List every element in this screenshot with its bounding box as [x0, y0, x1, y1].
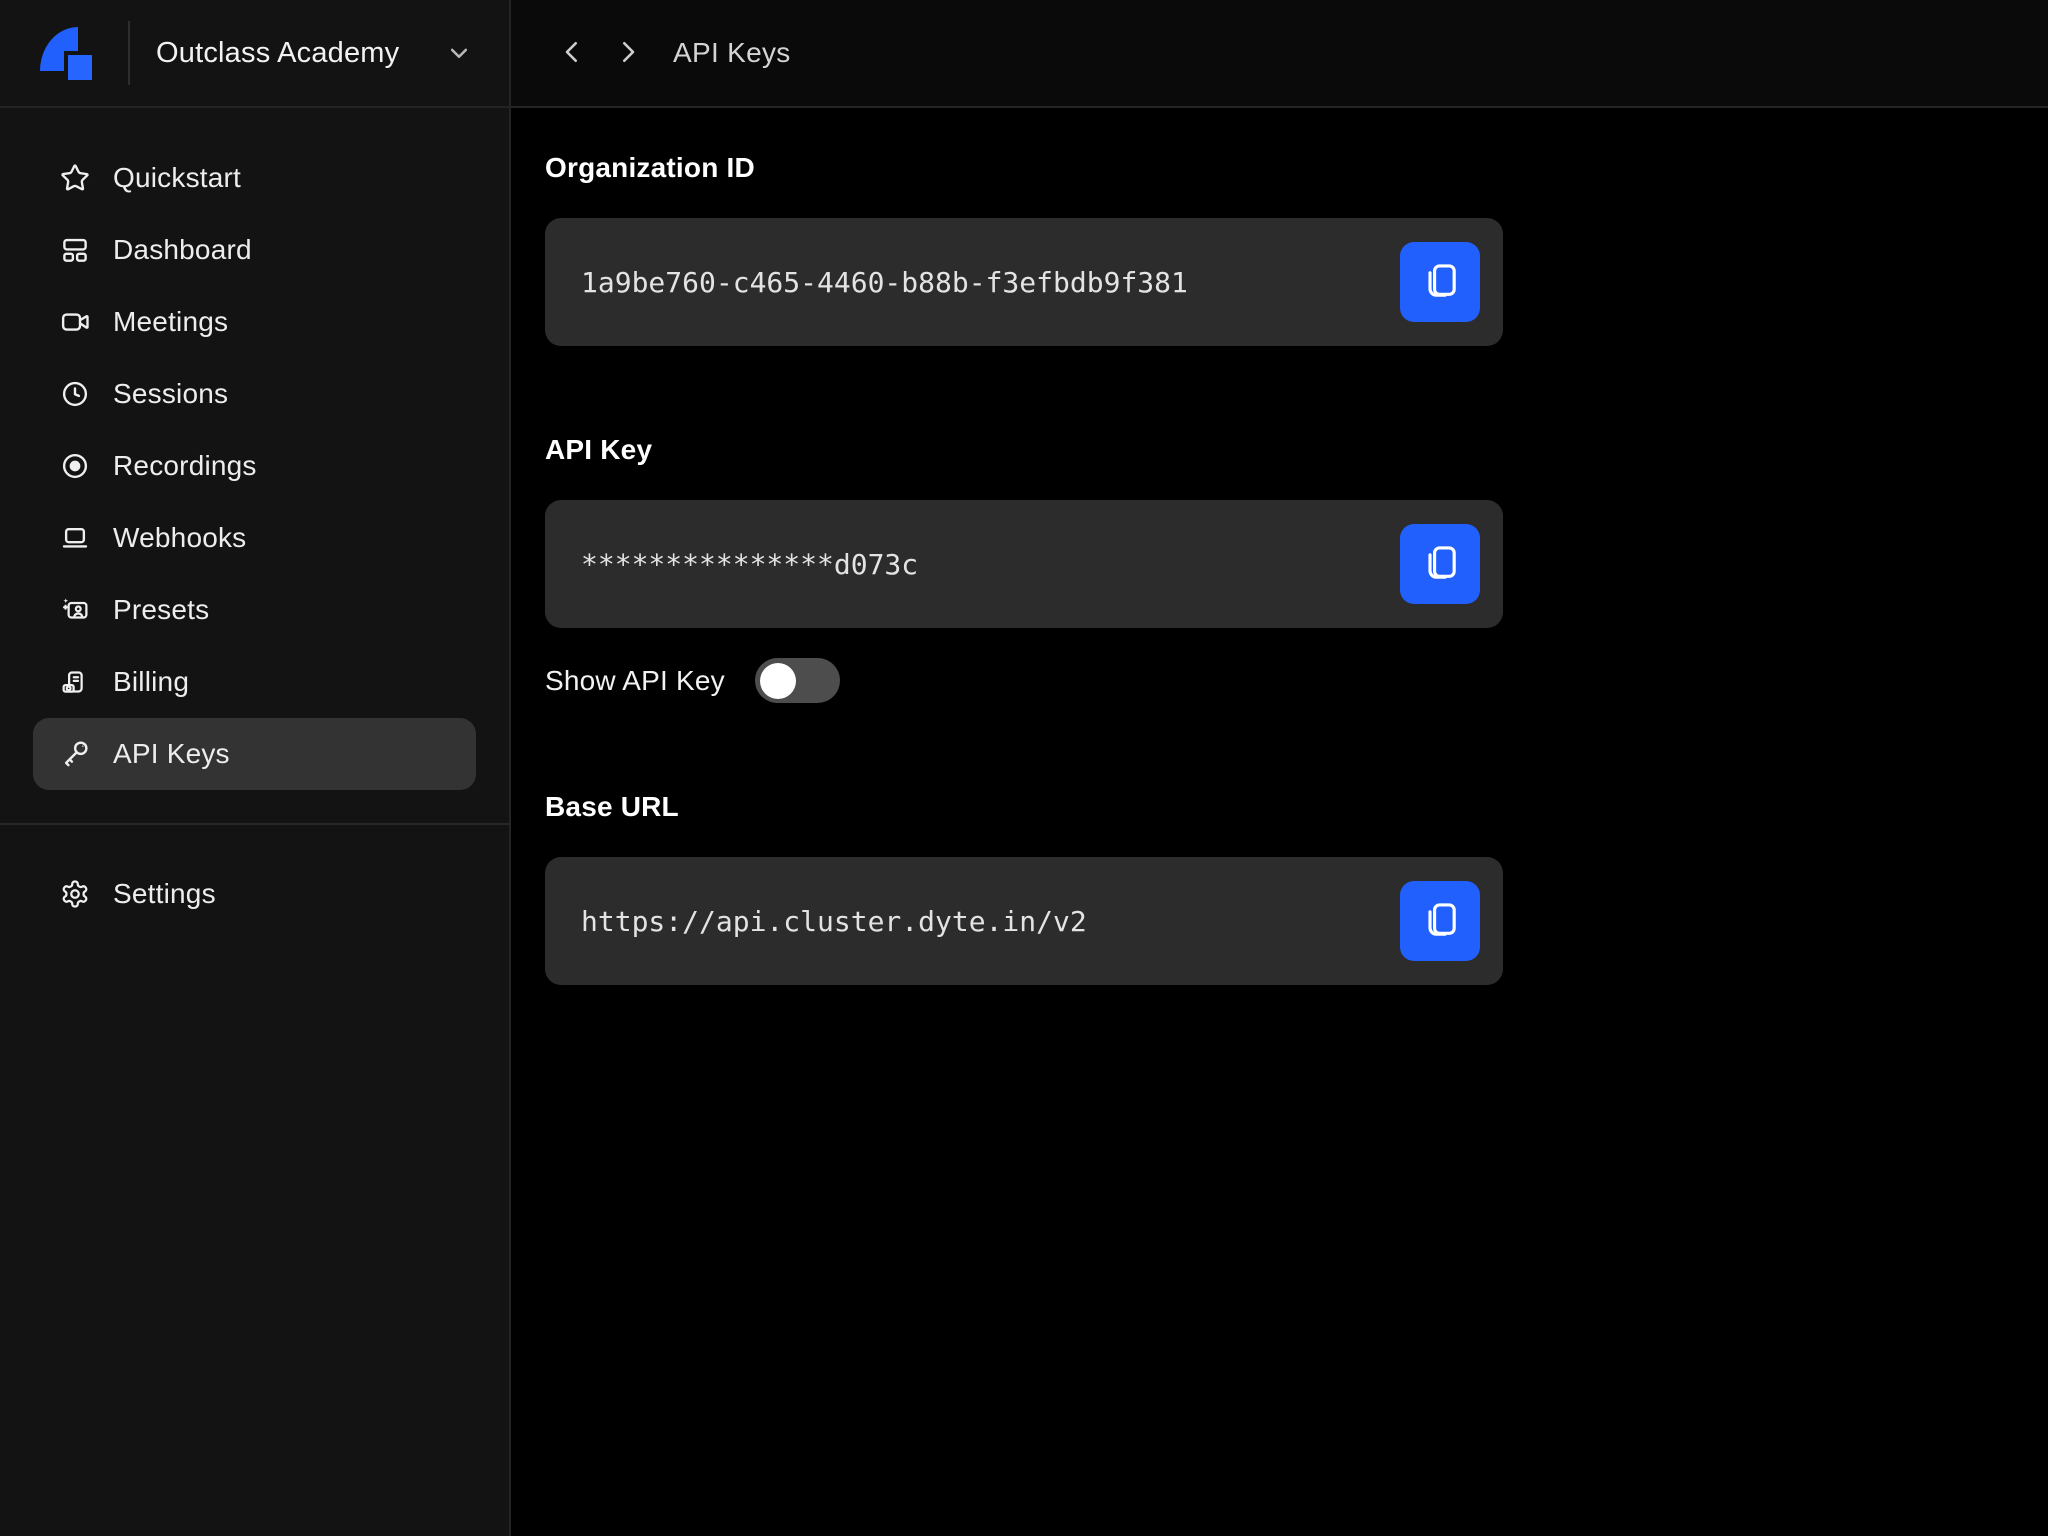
show-api-key-toggle[interactable]	[755, 658, 840, 703]
sidebar-footer-nav: Settings	[0, 825, 509, 930]
base-url-label: Base URL	[545, 791, 2048, 823]
key-icon	[60, 739, 90, 769]
sidebar-nav: Quickstart Dashboard Meetings	[0, 108, 509, 790]
chevron-right-icon	[613, 37, 643, 70]
base-url-section: Base URL https://api.cluster.dyte.in/v2	[545, 791, 2048, 985]
base-url-field: https://api.cluster.dyte.in/v2	[545, 857, 1503, 985]
show-api-key-row: Show API Key	[545, 658, 2048, 703]
sidebar-item-label: Presets	[113, 594, 209, 626]
clock-icon	[60, 379, 90, 409]
sidebar-item-label: Webhooks	[113, 522, 246, 554]
copy-organization-id-button[interactable]	[1400, 242, 1480, 322]
sidebar-item-recordings[interactable]: Recordings	[33, 430, 476, 502]
dyte-logo	[40, 27, 92, 80]
sidebar-item-api-keys[interactable]: API Keys	[33, 718, 476, 790]
sidebar-item-label: Sessions	[113, 378, 228, 410]
copy-icon	[1419, 260, 1461, 305]
sidebar-item-presets[interactable]: Presets	[33, 574, 476, 646]
copy-icon	[1419, 542, 1461, 587]
base-url-value: https://api.cluster.dyte.in/v2	[545, 905, 1400, 938]
sidebar-item-quickstart[interactable]: Quickstart	[33, 142, 476, 214]
chevron-down-icon	[444, 38, 474, 68]
laptop-icon	[60, 523, 90, 553]
api-key-field: ***************d073c	[545, 500, 1503, 628]
dashboard-icon	[60, 235, 90, 265]
main-content: Organization ID 1a9be760-c465-4460-b88b-…	[511, 108, 2048, 1536]
api-key-value: ***************d073c	[545, 548, 1400, 581]
sidebar-item-dashboard[interactable]: Dashboard	[33, 214, 476, 286]
star-icon	[60, 163, 90, 193]
chevron-left-icon	[557, 37, 587, 70]
app-window: Outclass Academy API Keys	[0, 0, 2048, 1536]
organization-name: Outclass Academy	[156, 37, 399, 70]
sidebar-item-sessions[interactable]: Sessions	[33, 358, 476, 430]
sidebar-item-label: Meetings	[113, 306, 228, 338]
logo-square-shape	[68, 55, 92, 80]
page-title: API Keys	[673, 37, 791, 69]
sidebar-item-label: API Keys	[113, 738, 230, 770]
organization-id-value: 1a9be760-c465-4460-b88b-f3efbdb9f381	[545, 266, 1400, 299]
sidebar-item-meetings[interactable]: Meetings	[33, 286, 476, 358]
sidebar-item-billing[interactable]: Billing	[33, 646, 476, 718]
workspace-switcher-area: Outclass Academy	[0, 0, 511, 106]
sidebar-item-label: Dashboard	[113, 234, 252, 266]
sidebar-item-label: Quickstart	[113, 162, 241, 194]
toggle-knob	[760, 663, 796, 699]
gear-icon	[60, 879, 90, 909]
api-key-label: API Key	[545, 434, 2048, 466]
show-api-key-label: Show API Key	[545, 665, 725, 697]
sidebar-item-label: Billing	[113, 666, 189, 698]
organization-id-label: Organization ID	[545, 152, 2048, 184]
sidebar-item-webhooks[interactable]: Webhooks	[33, 502, 476, 574]
logo-divider	[128, 21, 130, 85]
forward-button[interactable]	[613, 37, 643, 70]
sidebar-item-label: Recordings	[113, 450, 257, 482]
api-key-section: API Key ***************d073c Show API Ke…	[545, 434, 2048, 703]
video-camera-icon	[60, 307, 90, 337]
copy-api-key-button[interactable]	[1400, 524, 1480, 604]
record-icon	[60, 451, 90, 481]
sidebar-item-settings[interactable]: Settings	[33, 858, 476, 930]
sidebar: Quickstart Dashboard Meetings	[0, 108, 511, 1536]
copy-icon	[1419, 899, 1461, 944]
organization-id-field: 1a9be760-c465-4460-b88b-f3efbdb9f381	[545, 218, 1503, 346]
user-frame-icon	[60, 595, 90, 625]
page-header: API Keys	[511, 0, 2048, 106]
top-bar: Outclass Academy API Keys	[0, 0, 2048, 108]
sidebar-item-label: Settings	[113, 878, 216, 910]
receipt-icon	[60, 667, 90, 697]
organization-selector[interactable]: Outclass Academy	[156, 37, 474, 70]
organization-id-section: Organization ID 1a9be760-c465-4460-b88b-…	[545, 152, 2048, 346]
copy-base-url-button[interactable]	[1400, 881, 1480, 961]
back-button[interactable]	[557, 37, 587, 70]
